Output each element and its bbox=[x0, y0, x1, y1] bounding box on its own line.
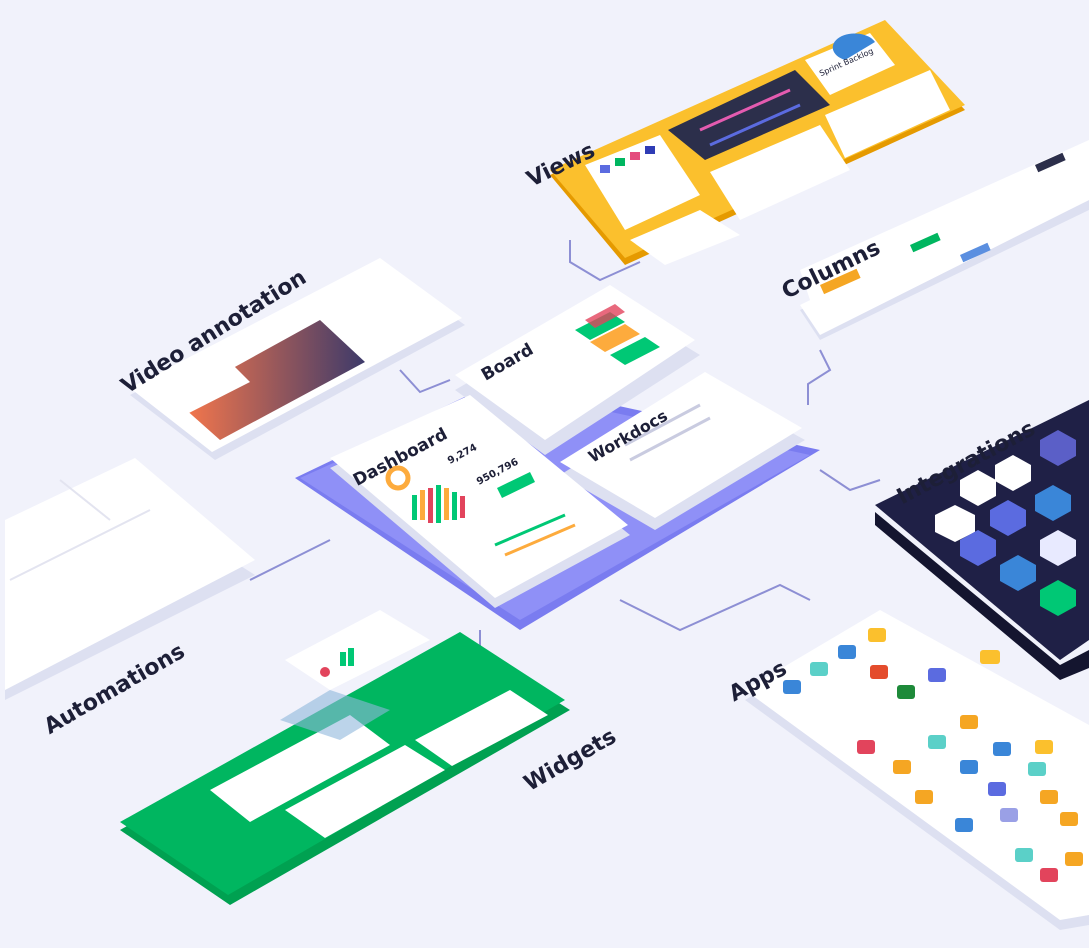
floating-app-tile bbox=[980, 650, 1000, 664]
isometric-feature-map: Views Columns Video annotation Board Wor… bbox=[0, 0, 1089, 948]
automations-card bbox=[5, 458, 255, 700]
widgets-platform bbox=[120, 610, 570, 905]
